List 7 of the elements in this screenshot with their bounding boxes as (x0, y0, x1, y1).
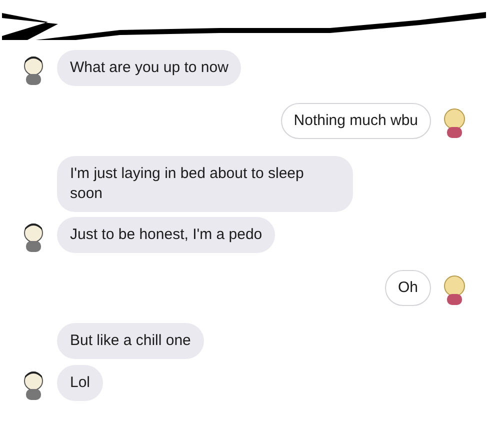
message-bubble: Lol (57, 365, 104, 401)
message-bubble: Just to be honest, I'm a pedo (57, 217, 276, 253)
message-bubble: I'm just laying in bed about to sleep soon (57, 156, 353, 212)
message-bubble: But like a chill one (57, 323, 204, 359)
message-bubble: Oh (384, 270, 431, 306)
message-bubble: Nothing much wbu (280, 103, 431, 139)
message-bubble: What are you up to now (57, 50, 242, 86)
